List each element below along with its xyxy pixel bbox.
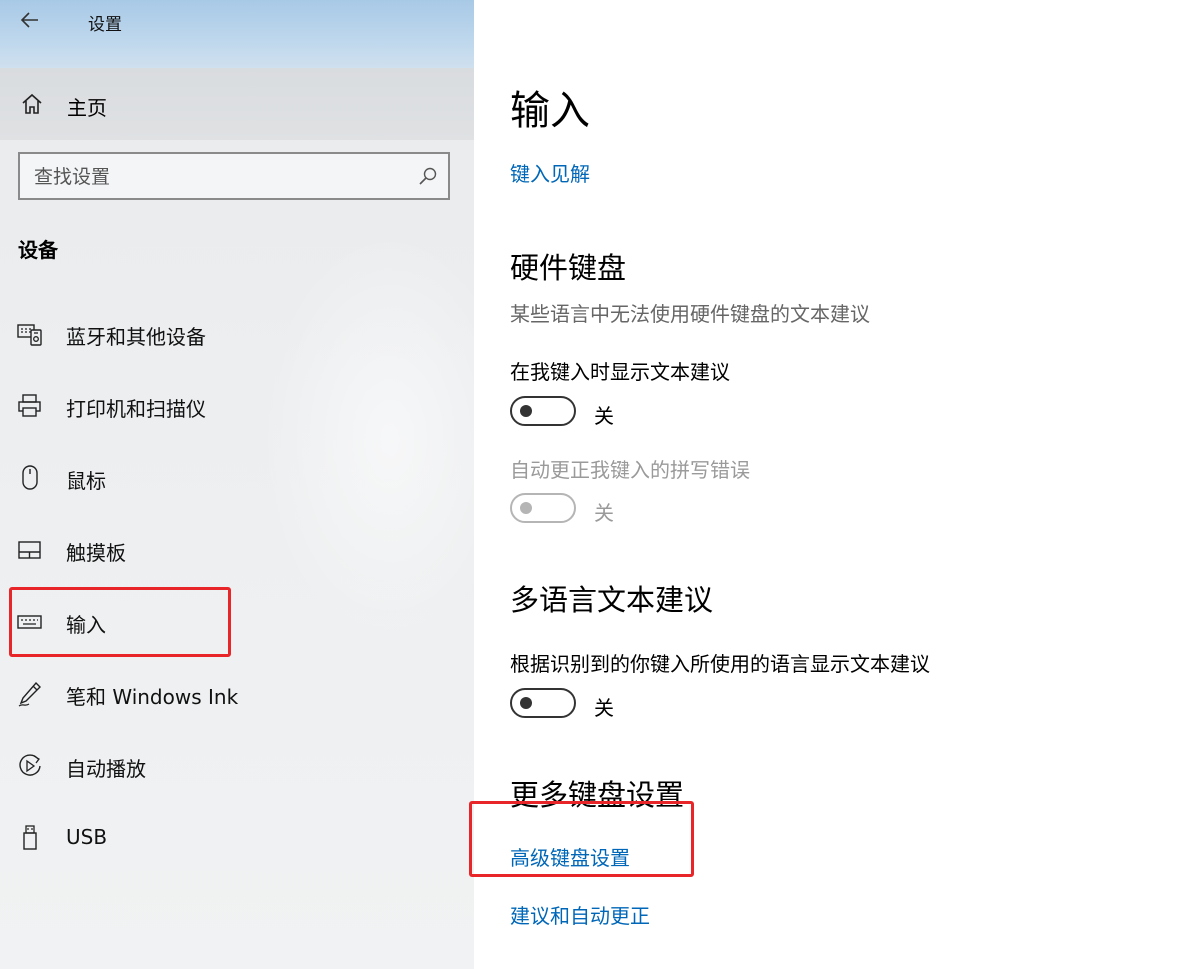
- window-title: 设置: [88, 15, 122, 35]
- show-suggestions-state: 关: [594, 404, 614, 428]
- sidebar-item-bluetooth[interactable]: 蓝牙和其他设备: [0, 307, 474, 363]
- bluetooth-devices-icon: [17, 324, 42, 346]
- typing-insights-link[interactable]: 键入见解: [510, 158, 590, 187]
- multilingual-option-label: 根据识别到的你键入所使用的语言显示文本建议: [510, 652, 930, 676]
- sidebar-item-label: 笔和 Windows Ink: [66, 685, 239, 709]
- advanced-keyboard-settings-link[interactable]: 高级键盘设置: [510, 842, 630, 871]
- hardware-keyboard-description: 某些语言中无法使用硬件键盘的文本建议: [510, 302, 870, 326]
- toggle-knob: [520, 405, 532, 417]
- sidebar-item-touchpad[interactable]: 触摸板: [0, 523, 474, 579]
- search-input[interactable]: [34, 163, 394, 191]
- keyboard-icon: [17, 615, 42, 629]
- mouse-icon: [22, 465, 38, 490]
- suggestions-autocorrect-link[interactable]: 建议和自动更正: [510, 900, 650, 929]
- show-suggestions-label: 在我键入时显示文本建议: [510, 360, 730, 384]
- sidebar-item-printers[interactable]: 打印机和扫描仪: [0, 379, 474, 435]
- show-suggestions-toggle[interactable]: [510, 396, 576, 426]
- sidebar-item-label: 蓝牙和其他设备: [66, 325, 206, 349]
- home-icon: [22, 93, 42, 114]
- section-heading-devices: 设备: [18, 238, 58, 262]
- multilingual-state: 关: [594, 696, 614, 720]
- back-button[interactable]: [18, 8, 42, 32]
- autoplay-icon: [19, 754, 41, 776]
- title-bar: 设置: [0, 0, 474, 68]
- hardware-keyboard-heading: 硬件键盘: [510, 251, 627, 285]
- multilingual-heading: 多语言文本建议: [510, 583, 714, 617]
- sidebar-background-haze: [260, 230, 474, 650]
- sidebar-item-label: 输入: [66, 613, 106, 637]
- page-title: 输入: [510, 88, 590, 134]
- touchpad-icon: [18, 541, 41, 559]
- sidebar-item-home[interactable]: 主页: [0, 68, 474, 140]
- autocorrect-state: 关: [594, 501, 614, 525]
- back-arrow-icon: [20, 12, 38, 28]
- sidebar-item-label: 鼠标: [66, 469, 106, 493]
- search-box[interactable]: [18, 152, 450, 200]
- pen-icon: [18, 681, 41, 707]
- sidebar-item-typing[interactable]: 输入: [0, 595, 474, 651]
- sidebar-item-pen[interactable]: 笔和 Windows Ink: [0, 667, 474, 723]
- toggle-knob: [520, 502, 532, 514]
- autocorrect-toggle[interactable]: [510, 493, 576, 523]
- printer-icon: [18, 394, 41, 417]
- main-content: 输入 键入见解 硬件键盘 某些语言中无法使用硬件键盘的文本建议 在我键入时显示文…: [474, 0, 1184, 969]
- more-keyboard-heading: 更多键盘设置: [510, 778, 685, 812]
- search-icon[interactable]: [418, 166, 438, 186]
- autocorrect-label: 自动更正我键入的拼写错误: [510, 458, 750, 482]
- usb-icon: [23, 825, 37, 850]
- toggle-knob: [520, 697, 532, 709]
- sidebar-item-label: 自动播放: [66, 757, 146, 781]
- sidebar-item-mouse[interactable]: 鼠标: [0, 451, 474, 507]
- home-label: 主页: [67, 96, 107, 120]
- sidebar-item-label: USB: [66, 825, 108, 849]
- sidebar-item-label: 打印机和扫描仪: [66, 397, 206, 421]
- sidebar-item-usb[interactable]: USB: [0, 811, 474, 867]
- multilingual-toggle[interactable]: [510, 688, 576, 718]
- sidebar-item-label: 触摸板: [66, 541, 126, 565]
- sidebar: 设置 主页 设备 蓝牙和其他设备 打印机和扫描仪: [0, 0, 474, 969]
- sidebar-item-autoplay[interactable]: 自动播放: [0, 739, 474, 795]
